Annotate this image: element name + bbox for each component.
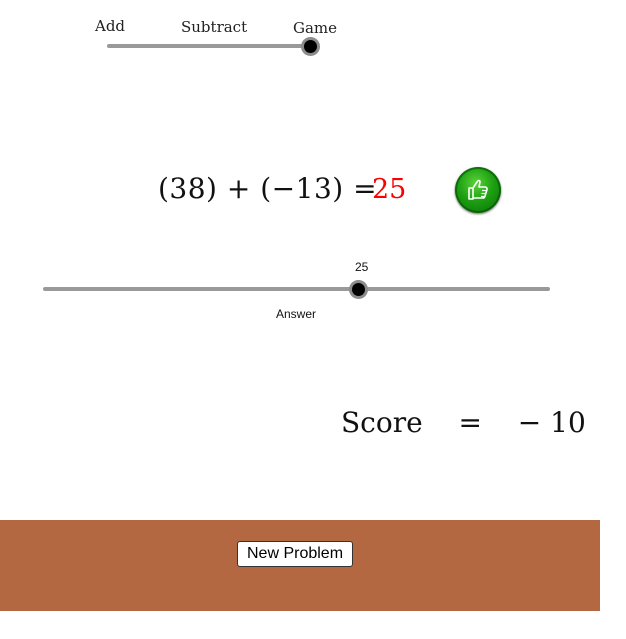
mode-slider-knob[interactable] bbox=[304, 40, 317, 53]
score-label: Score bbox=[341, 406, 423, 439]
answer-slider-knob[interactable] bbox=[352, 283, 365, 296]
answer-slider-value: 25 bbox=[355, 260, 369, 274]
mode-label-game: Game bbox=[293, 19, 338, 37]
check-answer-button[interactable] bbox=[455, 167, 501, 213]
problem-equation: (38) + (−13) = bbox=[158, 172, 378, 205]
score-display: Score = − 10 bbox=[341, 406, 586, 439]
thumbs-up-icon bbox=[468, 179, 488, 200]
answer-slider-track[interactable] bbox=[43, 287, 550, 291]
answer-display: 25 bbox=[372, 174, 407, 205]
mode-slider-track[interactable] bbox=[107, 44, 312, 48]
score-equals: = bbox=[458, 406, 482, 439]
new-problem-button[interactable]: New Problem bbox=[237, 541, 353, 567]
mode-label-add: Add bbox=[95, 17, 126, 35]
mode-label-subtract: Subtract bbox=[181, 18, 248, 36]
answer-slider-label: Answer bbox=[276, 307, 317, 321]
score-value: − 10 bbox=[517, 406, 586, 439]
